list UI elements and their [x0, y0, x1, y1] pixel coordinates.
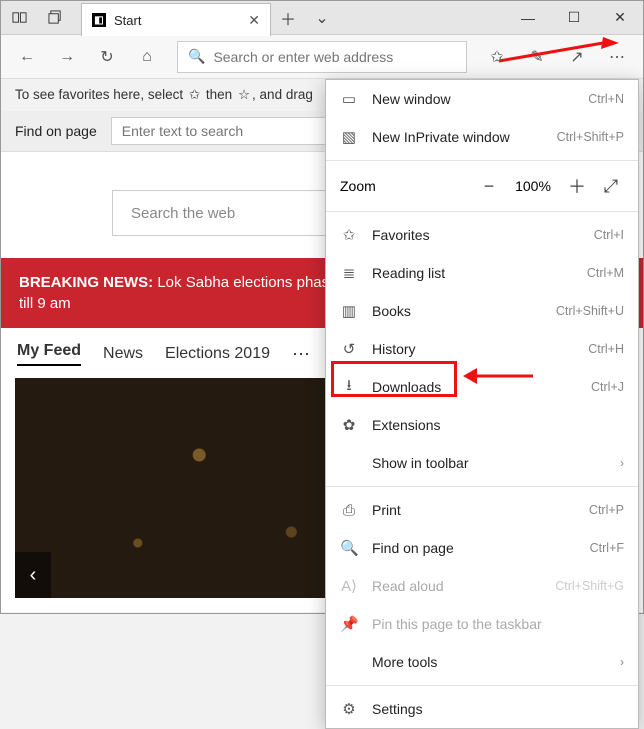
menu-favorites[interactable]: ✩ Favorites Ctrl+I [326, 216, 638, 254]
menu-history[interactable]: ↺ History Ctrl+H [326, 330, 638, 368]
favorites-button[interactable]: ✩ [479, 39, 515, 75]
gear-icon: ⚙ [340, 700, 358, 718]
menu-reading-list[interactable]: ≣ Reading list Ctrl+M [326, 254, 638, 292]
tab-start[interactable]: ◧ Start ✕ [81, 3, 271, 36]
menu-extensions[interactable]: ✿ Extensions [326, 406, 638, 444]
star-icon: ✩ [189, 87, 200, 102]
home-button[interactable]: ⌂ [129, 39, 165, 75]
notes-button[interactable]: ✎ [519, 39, 555, 75]
menu-show-in-toolbar[interactable]: Show in toolbar › [326, 444, 638, 482]
favorites-icon: ✩ [340, 226, 358, 244]
address-bar[interactable]: 🔍 [177, 41, 467, 73]
zoom-value: 100% [510, 178, 556, 194]
feed-tab-elections[interactable]: Elections 2019 [165, 345, 270, 363]
address-input[interactable] [213, 49, 456, 65]
menu-settings[interactable]: ⚙ Settings [326, 690, 638, 728]
window-icon: ▭ [340, 90, 358, 108]
refresh-button[interactable]: ↻ [89, 39, 125, 75]
inprivate-icon: ▧ [340, 128, 358, 146]
window-close-button[interactable]: ✕ [597, 1, 643, 34]
taskview-button[interactable] [1, 1, 37, 34]
books-icon: ▥ [340, 302, 358, 320]
tab-title: Start [114, 13, 240, 28]
set-aside-button[interactable] [37, 1, 73, 34]
menu-inprivate[interactable]: ▧ New InPrivate window Ctrl+Shift+P [326, 118, 638, 156]
downloads-icon: ⭳ [340, 375, 358, 400]
feed-tab-myfeed[interactable]: My Feed [17, 342, 81, 366]
menu-read-aloud: A⟩ Read aloud Ctrl+Shift+G [326, 567, 638, 605]
titlebar: ◧ Start ✕ ＋ ⌄ — ☐ ✕ [1, 1, 643, 35]
window-minimize-button[interactable]: — [505, 1, 551, 34]
back-button[interactable]: ← [9, 39, 45, 75]
menu-books[interactable]: ▥ Books Ctrl+Shift+U [326, 292, 638, 330]
menu-print[interactable]: ⎙ Print Ctrl+P [326, 491, 638, 529]
zoom-in-button[interactable]: ＋ [564, 173, 590, 199]
history-icon: ↺ [340, 340, 358, 358]
menu-downloads[interactable]: ⭳ Downloads Ctrl+J [326, 368, 638, 406]
star-outline-icon: ☆ [238, 87, 250, 102]
menu-find[interactable]: 🔍 Find on page Ctrl+F [326, 529, 638, 567]
favhint-text-a: To see favorites here, select [15, 87, 187, 102]
find-icon: 🔍 [340, 539, 358, 557]
menu-new-window[interactable]: ▭ New window Ctrl+N [326, 80, 638, 118]
toolbar: ← → ↻ ⌂ 🔍 ✩ ✎ ↗ ⋯ [1, 35, 643, 79]
menu-pin-taskbar: 📌 Pin this page to the taskbar [326, 605, 638, 643]
search-icon: 🔍 [188, 48, 205, 65]
favhint-text-b: then [202, 87, 236, 102]
extensions-icon: ✿ [340, 416, 358, 434]
forward-button[interactable]: → [49, 39, 85, 75]
reading-list-icon: ≣ [340, 264, 358, 282]
tab-favicon: ◧ [92, 13, 106, 27]
tabs-dropdown-button[interactable]: ⌄ [305, 1, 339, 34]
tab-close-button[interactable]: ✕ [248, 12, 260, 29]
chevron-right-icon: › [620, 456, 624, 470]
print-icon: ⎙ [340, 502, 358, 519]
more-menu: ▭ New window Ctrl+N ▧ New InPrivate wind… [325, 79, 639, 729]
web-search-placeholder: Search the web [131, 205, 235, 222]
carousel-prev-button[interactable]: ‹ [15, 552, 51, 598]
titlebar-spacer [339, 1, 505, 34]
pin-icon: 📌 [340, 615, 358, 633]
feed-tab-more[interactable]: ⋯ [292, 344, 312, 365]
window-maximize-button[interactable]: ☐ [551, 1, 597, 34]
favhint-text-c: , and drag [252, 87, 313, 102]
read-aloud-icon: A⟩ [340, 577, 358, 595]
more-button[interactable]: ⋯ [599, 39, 635, 75]
zoom-label: Zoom [340, 178, 468, 194]
tab-strip: ◧ Start ✕ ＋ ⌄ [81, 1, 339, 34]
menu-zoom: Zoom − 100% ＋ ⤢ [326, 165, 638, 207]
breaking-label: BREAKING NEWS: [19, 274, 153, 291]
new-tab-button[interactable]: ＋ [271, 1, 305, 34]
zoom-out-button[interactable]: − [476, 176, 502, 197]
find-label: Find on page [15, 123, 97, 139]
share-button[interactable]: ↗ [559, 39, 595, 75]
chevron-right-icon: › [620, 655, 624, 669]
menu-more-tools[interactable]: More tools › [326, 643, 638, 681]
feed-tab-news[interactable]: News [103, 345, 143, 363]
fullscreen-button[interactable]: ⤢ [598, 176, 624, 197]
